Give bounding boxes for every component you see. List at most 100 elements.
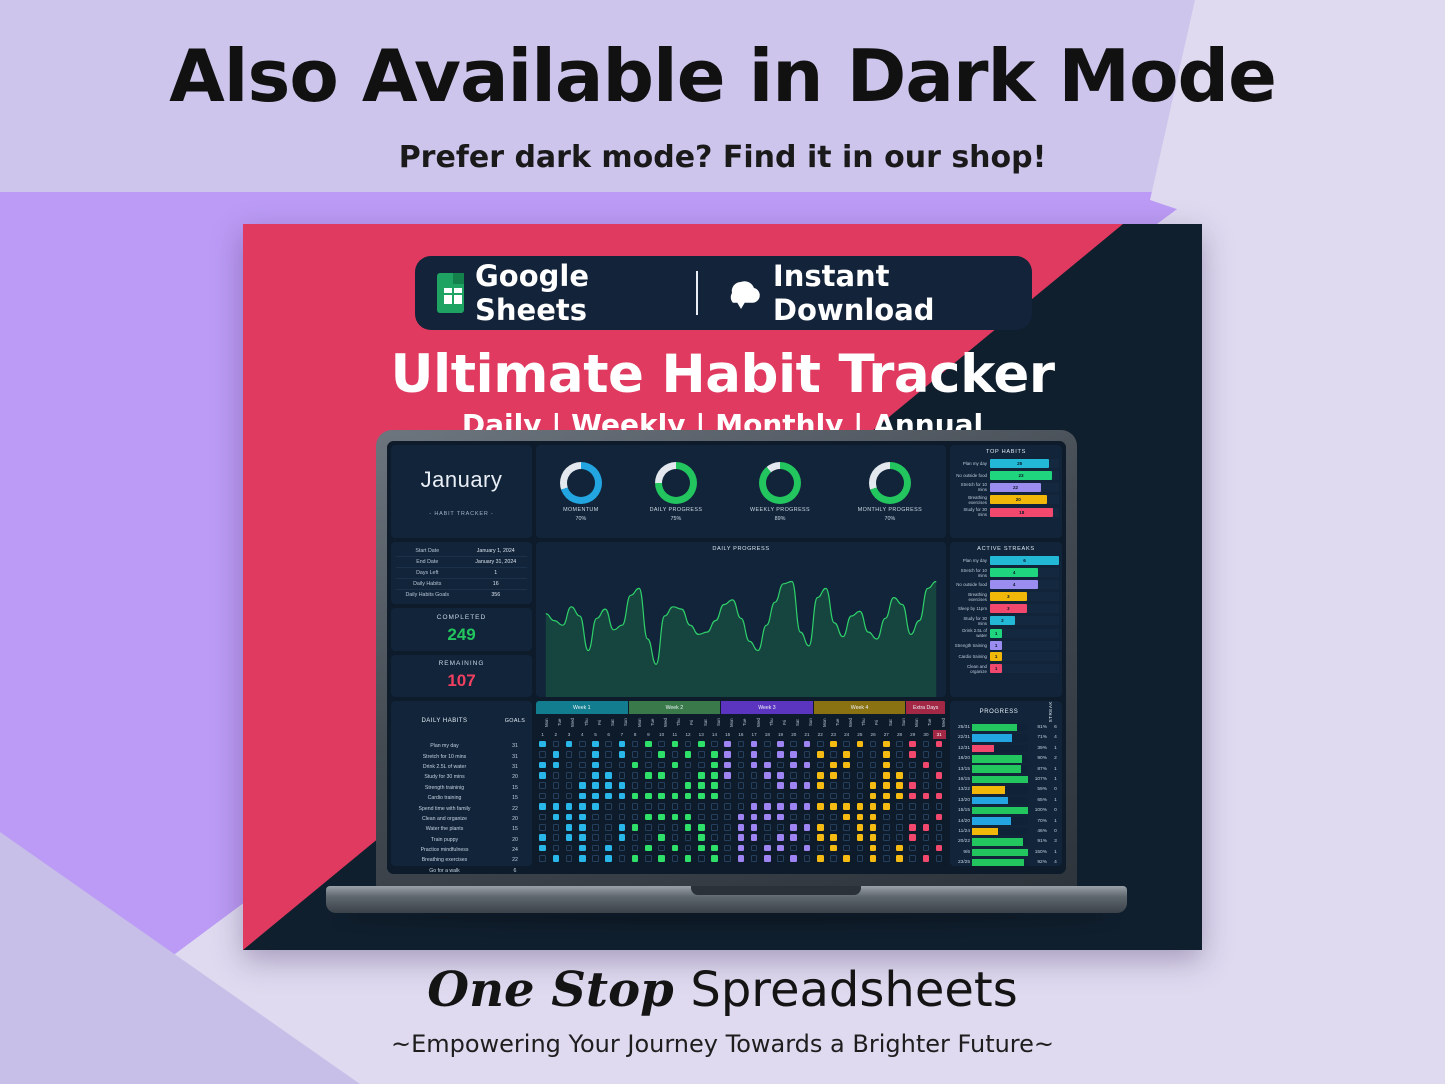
- habit-checkbox[interactable]: [711, 740, 718, 748]
- checkbox-cell[interactable]: [642, 761, 655, 769]
- habit-checkbox[interactable]: [830, 782, 837, 790]
- habit-checkbox[interactable]: [724, 834, 731, 841]
- checkbox-cell[interactable]: [536, 772, 549, 779]
- checkbox-cell[interactable]: [629, 792, 642, 800]
- checkbox-cell[interactable]: [761, 824, 774, 831]
- checkbox-cell[interactable]: [536, 834, 549, 841]
- habit-checkbox[interactable]: [565, 855, 573, 862]
- habit-checkbox[interactable]: [618, 792, 626, 800]
- habit-checkbox[interactable]: [552, 824, 560, 831]
- habit-checkbox[interactable]: [592, 844, 599, 852]
- habit-checkbox[interactable]: [539, 792, 546, 800]
- habit-checkbox[interactable]: [671, 824, 679, 831]
- checkbox-cell[interactable]: [602, 782, 615, 790]
- habit-checkbox[interactable]: [539, 782, 546, 790]
- habit-checkbox[interactable]: [658, 844, 665, 852]
- checkbox-cell[interactable]: [695, 751, 708, 758]
- habit-checkbox[interactable]: [750, 761, 758, 769]
- habit-checkbox[interactable]: [552, 844, 560, 852]
- checkbox-cell[interactable]: [748, 813, 761, 821]
- habit-checkbox[interactable]: [618, 782, 626, 790]
- habit-checkbox[interactable]: [671, 740, 679, 748]
- habit-checkbox[interactable]: [816, 792, 824, 800]
- checkbox-cell[interactable]: [774, 740, 787, 748]
- habit-checkbox[interactable]: [618, 834, 626, 841]
- checkbox-cell[interactable]: [562, 824, 575, 831]
- habit-checkbox[interactable]: [764, 782, 771, 790]
- habit-checkbox[interactable]: [830, 751, 837, 758]
- checkbox-cell[interactable]: [708, 772, 721, 779]
- habit-checkbox[interactable]: [631, 813, 639, 821]
- habit-checkbox[interactable]: [737, 803, 745, 810]
- habit-checkbox[interactable]: [922, 740, 930, 748]
- checkbox-cell[interactable]: [787, 751, 800, 758]
- checkbox-cell[interactable]: [629, 844, 642, 852]
- habit-checkbox[interactable]: [764, 803, 771, 810]
- habit-checkbox[interactable]: [922, 834, 930, 841]
- checkbox-cell[interactable]: [866, 772, 879, 779]
- checkbox-cell[interactable]: [629, 772, 642, 779]
- checkbox-cell[interactable]: [827, 813, 840, 821]
- checkbox-cell[interactable]: [668, 772, 681, 779]
- checkbox-cell[interactable]: [576, 792, 589, 800]
- habit-checkbox[interactable]: [777, 740, 784, 748]
- checkbox-cell[interactable]: [629, 813, 642, 821]
- habit-checkbox[interactable]: [539, 751, 546, 758]
- habit-checkbox[interactable]: [830, 844, 837, 852]
- habit-checkbox[interactable]: [565, 772, 573, 779]
- habit-checkbox[interactable]: [658, 761, 665, 769]
- habit-checkbox[interactable]: [777, 844, 784, 852]
- checkbox-cell[interactable]: [774, 844, 787, 852]
- checkbox-cell[interactable]: [734, 761, 747, 769]
- habit-checkbox[interactable]: [909, 772, 917, 779]
- checkbox-cell[interactable]: [734, 792, 747, 800]
- checkbox-cell[interactable]: [708, 751, 721, 758]
- checkbox-cell[interactable]: [787, 803, 800, 810]
- checkbox-cell[interactable]: [866, 803, 879, 810]
- checkbox-cell[interactable]: [840, 803, 853, 810]
- checkbox-cell[interactable]: [933, 844, 946, 852]
- checkbox-cell[interactable]: [748, 740, 761, 748]
- habit-checkbox[interactable]: [856, 772, 864, 779]
- habit-checkbox[interactable]: [671, 855, 679, 862]
- checkbox-cell[interactable]: [866, 740, 879, 748]
- checkbox-cell[interactable]: [814, 824, 827, 831]
- habit-checkbox[interactable]: [843, 803, 850, 810]
- checkbox-cell[interactable]: [734, 813, 747, 821]
- checkbox-cell[interactable]: [774, 761, 787, 769]
- checkbox-cell[interactable]: [629, 834, 642, 841]
- checkbox-cell[interactable]: [814, 761, 827, 769]
- habit-checkbox[interactable]: [803, 772, 811, 779]
- habit-checkbox[interactable]: [645, 834, 652, 841]
- habit-checkbox[interactable]: [922, 855, 930, 862]
- habit-checkbox[interactable]: [711, 761, 718, 769]
- checkbox-cell[interactable]: [787, 824, 800, 831]
- habit-checkbox[interactable]: [539, 813, 546, 821]
- habit-checkbox[interactable]: [883, 761, 890, 769]
- checkbox-cell[interactable]: [642, 751, 655, 758]
- checkbox-cell[interactable]: [761, 782, 774, 790]
- habit-checkbox[interactable]: [883, 792, 890, 800]
- checkbox-cell[interactable]: [880, 740, 893, 748]
- checkbox-cell[interactable]: [655, 772, 668, 779]
- checkbox-cell[interactable]: [629, 855, 642, 862]
- habit-checkbox[interactable]: [565, 844, 573, 852]
- checkbox-cell[interactable]: [589, 792, 602, 800]
- habit-checkbox[interactable]: [605, 751, 612, 758]
- habit-checkbox[interactable]: [909, 782, 917, 790]
- checkbox-cell[interactable]: [933, 813, 946, 821]
- checkbox-cell[interactable]: [536, 824, 549, 831]
- habit-checkbox[interactable]: [777, 855, 784, 862]
- habit-checkbox[interactable]: [803, 813, 811, 821]
- checkbox-cell[interactable]: [655, 834, 668, 841]
- habit-checkbox[interactable]: [671, 782, 679, 790]
- checkbox-cell[interactable]: [840, 792, 853, 800]
- checkbox-cell[interactable]: [893, 751, 906, 758]
- checkbox-cell[interactable]: [840, 813, 853, 821]
- checkbox-cell[interactable]: [840, 855, 853, 862]
- checkbox-cell[interactable]: [827, 803, 840, 810]
- checkbox-cell[interactable]: [681, 834, 694, 841]
- habit-checkbox[interactable]: [552, 751, 560, 758]
- checkbox-cell[interactable]: [615, 782, 628, 790]
- checkbox-cell[interactable]: [695, 813, 708, 821]
